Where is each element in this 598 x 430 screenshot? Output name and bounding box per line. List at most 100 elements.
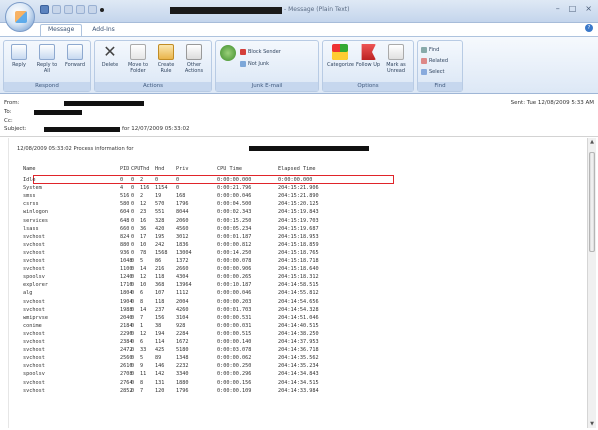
table-cell: 204:14:36.718	[278, 347, 319, 354]
categorize-button[interactable]: Categorize	[327, 44, 354, 68]
reply-label: Reply	[12, 62, 26, 68]
table-cell: 1796	[176, 201, 189, 208]
table-cell: 4260	[176, 306, 189, 313]
customize-qat-icon[interactable]	[100, 8, 104, 12]
table-cell: conime	[23, 322, 42, 329]
table-cell: 2060	[176, 217, 189, 224]
follow-up-label: Follow Up	[355, 62, 381, 68]
from-label: From:	[4, 100, 20, 106]
other-actions-label: Other Actions	[184, 62, 204, 74]
table-cell: 0	[131, 177, 135, 183]
table-row: alg 1804 0 6 107 1112 0:00:00.046 204:14:55.812	[23, 290, 583, 297]
message-body[interactable]: 12/08/2009 05:33:02 Process information …	[8, 138, 582, 428]
help-icon[interactable]: ?	[585, 24, 593, 32]
other-actions-button[interactable]: Other Actions	[181, 44, 207, 74]
table-cell: 0:00:10.187	[217, 282, 252, 289]
table-cell: explorer	[23, 282, 48, 289]
table-cell: 12	[140, 201, 147, 208]
table-cell: 114	[155, 339, 165, 345]
close-button[interactable]: ×	[585, 4, 592, 13]
scroll-up-icon[interactable]: ▲	[589, 139, 595, 145]
group-label: Options	[323, 82, 413, 91]
table-row: Idle 0 0 2 0 0 0:00:00.000 0:00:00.000	[23, 177, 583, 184]
col-hnd: Hnd	[155, 166, 165, 172]
delete-button[interactable]: ✕ Delete	[97, 44, 123, 69]
table-cell: 0	[131, 209, 135, 216]
table-cell: 2660	[176, 266, 189, 273]
table-cell: 1880	[176, 379, 189, 386]
sent-timestamp: Sent: Tue 12/08/2009 5:33 AM	[510, 100, 594, 106]
block-sender-button[interactable]: Block Sender	[240, 47, 281, 56]
cc-label: Cc:	[4, 118, 13, 124]
table-cell: 516	[120, 193, 130, 200]
table-cell: 107	[155, 290, 165, 297]
table-cell: 0	[131, 185, 135, 192]
table-cell: svchost	[23, 387, 45, 394]
maximize-button[interactable]: □	[569, 4, 577, 13]
table-cell: 14	[140, 306, 147, 313]
move-button[interactable]: Move to Folder	[125, 44, 151, 74]
find-button[interactable]: Find	[421, 45, 439, 54]
table-cell: 0	[131, 233, 135, 240]
table-cell: 0:00:00.031	[217, 322, 252, 329]
table-cell: 7	[140, 314, 144, 321]
table-cell: 0	[176, 177, 180, 183]
down-arrow-icon[interactable]	[88, 5, 97, 14]
ribbon: Reply Reply to All Forward Respond ✕ Dele…	[0, 36, 598, 94]
redo-icon[interactable]	[64, 5, 73, 14]
table-cell: 0	[131, 282, 135, 289]
col-elapsed-time: Elapsed Time	[278, 166, 316, 172]
table-cell: 4304	[176, 274, 189, 281]
table-cell: 0:00:00.515	[217, 330, 252, 337]
tab-message[interactable]: Message	[40, 24, 83, 36]
undo-icon[interactable]	[52, 5, 61, 14]
reply-all-button[interactable]: Reply to All	[34, 44, 60, 74]
follow-up-button[interactable]: Follow Up	[355, 44, 381, 68]
table-cell: 14	[140, 266, 147, 273]
tab-add-ins[interactable]: Add-Ins	[84, 24, 122, 36]
create-rule-button[interactable]: Create Rule	[153, 44, 179, 74]
junk-icon-button[interactable]	[220, 45, 236, 63]
window-title: - Message (Plain Text)	[284, 6, 350, 13]
reply-button[interactable]: Reply	[6, 44, 32, 68]
minimize-button[interactable]: –	[556, 4, 560, 13]
table-cell: svchost	[23, 355, 45, 362]
table-cell: 0:00:00.046	[217, 290, 252, 297]
vertical-scrollbar[interactable]: ▲ ▼	[587, 138, 596, 428]
col-thd: Thd	[140, 166, 150, 172]
table-cell: 204:15:18.765	[278, 249, 319, 256]
redacted-from	[64, 101, 144, 106]
table-cell: 5	[140, 355, 144, 362]
forward-button[interactable]: Forward	[62, 44, 88, 68]
table-cell: 0:00:03.078	[217, 347, 252, 354]
table-cell: svchost	[23, 379, 45, 386]
table-cell: 0:00:00.109	[217, 387, 252, 394]
select-button[interactable]: Select	[421, 67, 444, 76]
table-row: spoolsv 2708 0 11 142 3340 0:00:00.296 204:14:3…	[23, 371, 583, 378]
table-cell: Idle	[23, 177, 36, 183]
message-header: From: To: Cc: Subject: for 12/07/2009 05…	[4, 97, 594, 135]
scroll-thumb[interactable]	[589, 152, 595, 252]
table-row: csrss 580 0 12 570 1796 0:00:04.500 204:15:20.1…	[23, 201, 583, 208]
table-cell: 204:14:34.515	[278, 379, 319, 386]
table-cell: 204:14:54.328	[278, 306, 319, 313]
table-cell: 142	[155, 371, 165, 378]
table-cell: 0	[131, 249, 135, 256]
table-cell: 0	[131, 290, 135, 297]
select-label: Select	[429, 68, 445, 75]
table-row: svchost 2560 0 5 89 1348 0:00:00.062 204:14:35.…	[23, 355, 583, 362]
table-cell: 0	[176, 185, 180, 192]
table-cell: 4	[120, 185, 124, 192]
not-junk-button[interactable]: Not Junk	[240, 59, 269, 68]
table-cell: 36	[140, 225, 147, 232]
save-icon[interactable]	[40, 5, 49, 14]
table-row: conime 2184 0 1 38 928 0:00:00.031 204:14:40.51…	[23, 323, 583, 330]
up-arrow-icon[interactable]	[76, 5, 85, 14]
table-cell: 0:00:00.906	[217, 266, 252, 273]
scroll-down-icon[interactable]: ▼	[589, 421, 595, 427]
related-button[interactable]: Related	[421, 56, 448, 65]
table-cell: 0:00:14.250	[217, 249, 252, 256]
mark-unread-button[interactable]: Mark as Unread	[383, 44, 409, 74]
table-cell: 168	[176, 193, 186, 200]
office-button[interactable]	[5, 2, 35, 32]
